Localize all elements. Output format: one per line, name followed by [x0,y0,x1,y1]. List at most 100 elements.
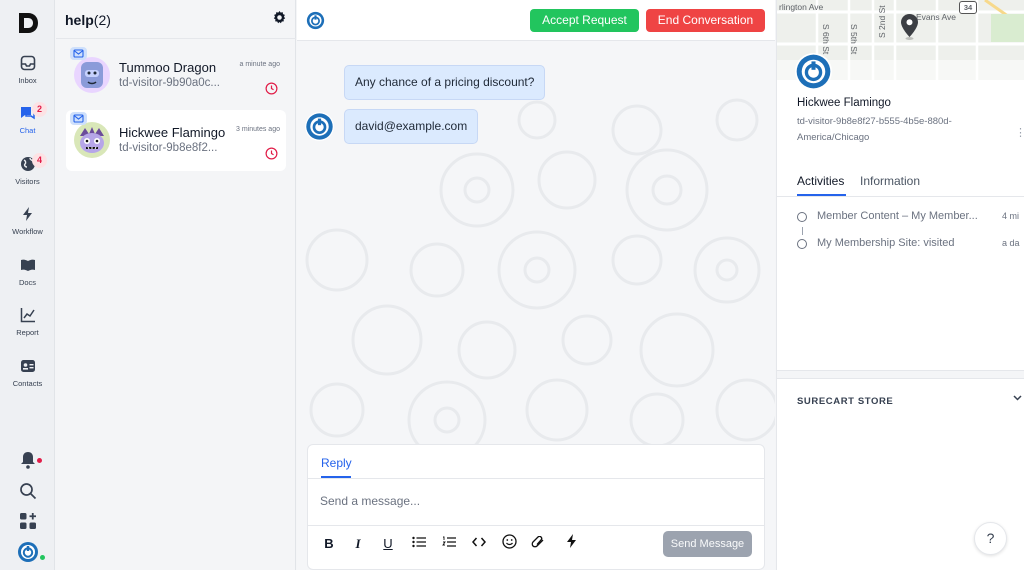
bolt-icon[interactable] [562,534,582,554]
clock-icon [265,147,278,165]
conversation-time: 3 minutes ago [236,126,280,133]
map-label: Evans Ave [916,12,957,22]
divider [308,478,764,479]
rail-label: Workflow [12,227,43,236]
attachment-icon[interactable] [529,534,549,554]
sender-avatar [305,112,334,141]
chat-panel: Accept Request End Conversation Any chan… [297,0,775,570]
conversation-visitor-id: td-visitor-9b8e8f2... [119,142,218,154]
rail-label: Contacts [12,379,43,388]
conversation-list: help(2) Tummoo Dragon td-visitor-9b90a0c… [56,0,296,570]
visitor-timezone: America/Chicago [797,132,870,143]
end-conversation-button[interactable]: End Conversation [646,9,765,32]
activity-text: My Membership Site: visited [817,237,955,249]
conversation-item[interactable]: Tummoo Dragon td-visitor-9b90a0c... a mi… [66,45,286,106]
activity-time: 4 mi [1002,211,1020,221]
map-label: S 5th St [849,24,859,55]
more-options-icon[interactable]: ⋮ [1015,126,1024,139]
rail-label: Docs [18,278,37,287]
message-composer: Reply B I U Send Message [307,444,765,570]
bell-icon [0,451,55,469]
book-icon [0,257,55,273]
emoji-icon[interactable] [499,534,519,554]
search-icon [0,482,55,500]
visitors-badge: 4 [32,153,47,168]
bolt-icon [0,206,55,222]
brand-logo-icon [306,11,325,35]
chat-badge: 2 [32,102,47,117]
visitor-avatar [795,53,832,90]
timeline-connector [802,227,803,235]
conversation-visitor-id: td-visitor-9b90a0c... [119,77,220,89]
underline-icon[interactable]: U [378,534,398,554]
logo-icon[interactable] [15,10,41,36]
conversation-name: Tummoo Dragon [119,60,217,75]
bold-icon[interactable]: B [319,534,339,554]
gear-icon [273,11,286,28]
rail-item-report[interactable]: Report [0,307,55,353]
inbox-count: (2) [93,12,111,28]
contact-card-icon [0,358,55,374]
apps-grid-icon [0,512,55,530]
online-status-dot [40,555,45,560]
activity-item[interactable]: My Membership Site: visited a da [797,237,1024,253]
rail-item-docs[interactable]: Docs [0,257,55,303]
help-button[interactable]: ? [974,522,1007,555]
rail-item-inbox[interactable]: Inbox [0,55,55,101]
highway-shield: 34 [959,1,977,14]
conversation-name: Hickwee Flamingo [119,125,226,140]
rail-item-visitors[interactable]: 4 Visitors [0,153,55,202]
rail-label: Inbox [18,76,37,85]
notification-dot [37,458,42,463]
timeline-dot [797,212,807,222]
message-input[interactable] [320,490,750,512]
settings-button[interactable] [273,11,286,29]
account-button[interactable] [0,541,55,565]
activity-item[interactable]: Member Content – My Member... 4 mi [797,210,1024,226]
rail-item-contacts[interactable]: Contacts [0,358,55,404]
map-label: S 2nd St [877,5,887,38]
chat-header: Accept Request End Conversation [297,0,775,41]
divider [56,38,296,39]
map-label: S 6th St [821,24,831,55]
chart-line-icon [0,307,55,323]
inbox-title: help(2) [65,12,111,28]
conversation-item-selected[interactable]: Hickwee Flamingo td-visitor-9b8e8f2... 3… [66,110,286,171]
surecart-store-heading[interactable]: SURECART STORE [797,396,893,407]
rail-item-workflow[interactable]: Workflow [0,206,55,252]
divider [308,525,764,526]
email-icon [70,112,87,125]
divider [777,196,1024,197]
activity-text: Member Content – My Member... [817,210,978,222]
conversation-time: a minute ago [239,61,280,68]
chevron-down-icon[interactable] [1013,393,1022,404]
tab-activities[interactable]: Activities [797,174,844,188]
numbered-list-icon[interactable] [439,534,459,554]
inbox-icon [0,55,55,71]
search-button[interactable] [0,482,55,506]
user-avatar-icon [0,541,55,563]
italic-icon[interactable]: I [348,534,368,554]
app-window: Inbox 2 Chat 4 Visitors Workflow Docs Re… [0,0,1024,570]
email-icon [70,47,87,60]
notifications-button[interactable] [0,451,55,475]
visitor-id: td-visitor-9b8e8f27-b555-4b5e-880d- [797,116,952,127]
apps-button[interactable] [0,512,55,536]
clock-icon [265,82,278,100]
inbox-name: help [65,12,94,28]
timeline-dot [797,239,807,249]
tab-information[interactable]: Information [860,174,920,188]
visitor-avatar [74,57,110,93]
section-divider [777,370,1024,379]
rail-item-chat[interactable]: 2 Chat [0,102,55,151]
bullet-list-icon[interactable] [409,534,429,554]
activity-time: a da [1002,238,1020,248]
accept-request-button[interactable]: Accept Request [530,9,639,32]
map-pin-icon [901,14,918,45]
code-icon[interactable] [469,534,489,554]
map-label: rlington Ave [779,2,824,12]
tab-reply[interactable]: Reply [321,456,352,470]
rail-label: Report [16,328,39,337]
visitor-avatar [74,122,110,158]
send-message-button[interactable]: Send Message [663,531,752,557]
